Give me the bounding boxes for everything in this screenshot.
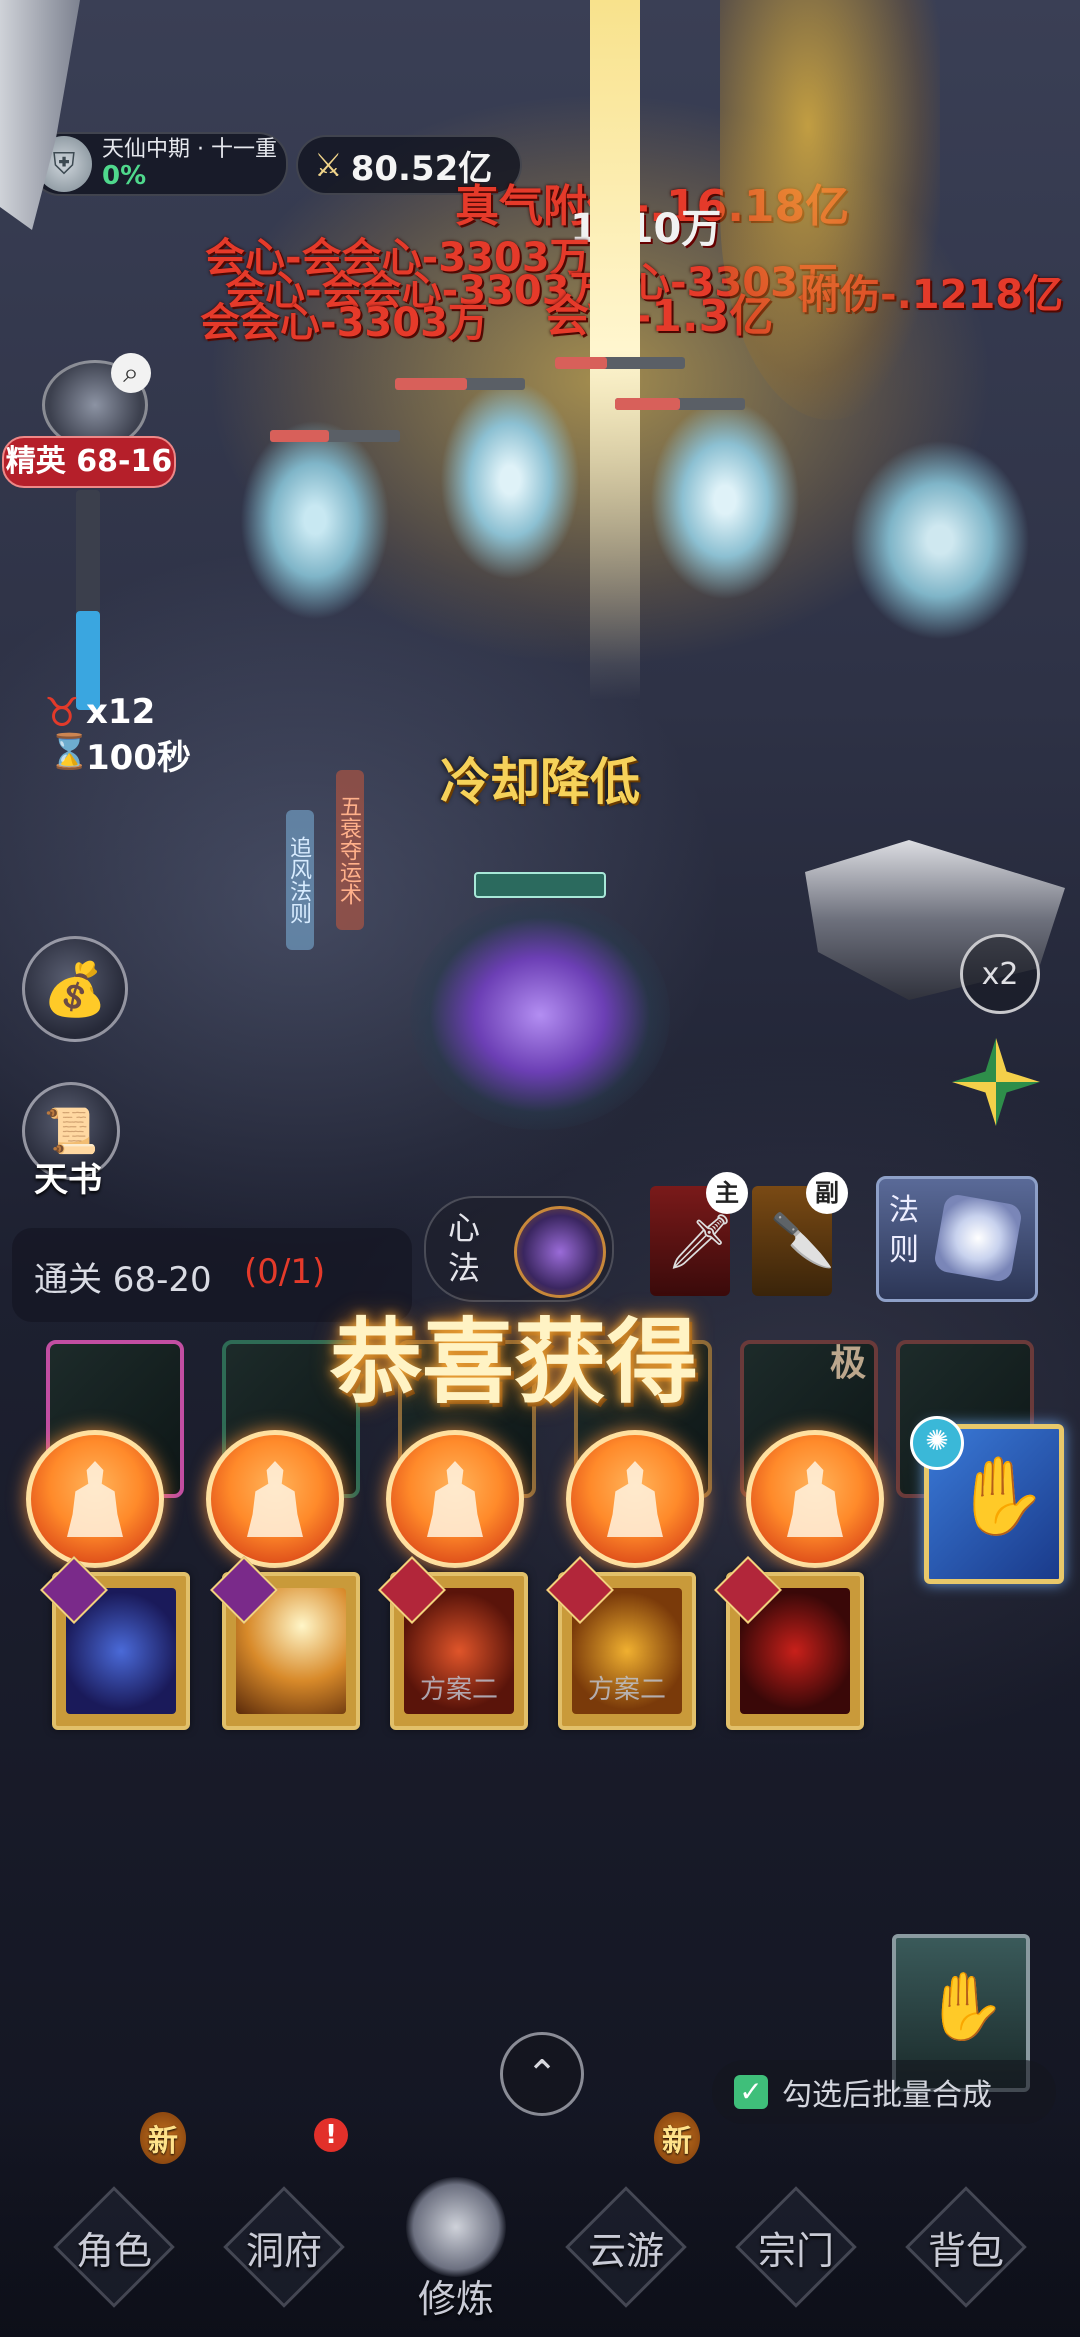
clear-label: 通关 68-20 [34, 1260, 212, 1300]
damage-text: 会会心-3303万 [200, 300, 488, 346]
player-character [410, 900, 670, 1130]
timer-text: 100秒 [86, 738, 191, 778]
nav-role-label: 角色 [75, 2228, 152, 2273]
alert-badge: ! [314, 2118, 348, 2152]
checkbox-icon[interactable]: ✓ [734, 2075, 768, 2109]
plan-label: 方案二 [587, 1675, 666, 1705]
scroll-card[interactable]: 方案二 [378, 1556, 528, 1730]
scroll-card[interactable] [210, 1556, 360, 1730]
nav-cultivate[interactable]: 修炼 [386, 2177, 526, 2321]
sword-beam [590, 0, 640, 700]
sub-weapon-badge: 副 [806, 1172, 848, 1214]
nav-cave-label: 洞府 [245, 2228, 322, 2273]
dagger-icon: 🔪 [770, 1211, 835, 1271]
reward-coin[interactable] [206, 1430, 344, 1568]
hourglass-icon: ⌛ [48, 732, 91, 772]
xinfa-orb-icon [514, 1206, 606, 1298]
expand-up-button[interactable]: ⌃ [500, 2032, 584, 2116]
scroll-card[interactable]: 方案二 [546, 1556, 696, 1730]
reward-coin[interactable] [746, 1430, 884, 1568]
realm-name: 天仙中期 · 十一重 [102, 136, 277, 162]
enemy-angel[interactable] [650, 400, 800, 600]
extreme-badge: 极 [830, 1343, 867, 1384]
elite-stage-label: 精英 68-16 [2, 436, 176, 488]
magnifier-icon: ⌕ [111, 353, 151, 393]
enemy-hp-bar [395, 378, 525, 390]
money-bag-icon: 💰 [42, 959, 108, 1020]
mandala-icon [932, 1192, 1024, 1284]
skill-popup-text: 冷却降低 [440, 753, 640, 811]
enemy-hp-bar [270, 430, 400, 442]
golden-dragon [720, 0, 940, 420]
nav-bag-label: 背包 [927, 2228, 1004, 2273]
buff-tag-left: 追风法则 [286, 810, 314, 950]
heavenly-book-label: 天书 [34, 1160, 102, 1200]
chevron-up-icon: ⌃ [526, 2052, 558, 2096]
nav-travel-label: 云游 [587, 2228, 664, 2273]
clear-progress: (0/1) [244, 1252, 326, 1292]
money-bag-button[interactable]: 💰 [22, 936, 128, 1042]
law-label: 法则 [889, 1193, 919, 1268]
demon-head-icon: ♉ [44, 690, 80, 736]
law-slot[interactable]: 法则 [876, 1176, 1038, 1302]
nav-bag[interactable]: 背包 [896, 2186, 1036, 2308]
cultivate-icon [406, 2177, 506, 2277]
buff-tag-right: 五衰夺运术 [336, 770, 364, 930]
enemy-angel[interactable] [240, 420, 390, 620]
new-badge: 新 [140, 2112, 186, 2164]
reward-coin[interactable] [386, 1430, 524, 1568]
wave-progress-track [76, 490, 100, 710]
enemy-hp-bar [615, 398, 745, 410]
palm-icon: ✋ [953, 1451, 1048, 1540]
reward-coin[interactable] [566, 1430, 704, 1568]
scroll-card[interactable] [714, 1556, 864, 1730]
star-skill-icon[interactable] [952, 1038, 1040, 1126]
enemy-angel[interactable] [440, 380, 580, 580]
xinfa-slot[interactable]: 心法 [424, 1196, 614, 1302]
crossed-swords-icon: ⚔ [314, 146, 343, 184]
enemy-count: x12 [86, 692, 156, 732]
reward-coin[interactable] [26, 1430, 164, 1568]
realm-pill[interactable]: ⛨ 天仙中期 · 十一重 0% [30, 132, 288, 196]
realm-progress: 0% [102, 160, 147, 191]
reward-title: 恭喜获得 [330, 1309, 699, 1416]
palm-icon: ✋ [924, 1968, 1007, 2045]
nav-cultivate-label: 修炼 [417, 2276, 494, 2321]
nav-role[interactable]: 角色 [44, 2186, 184, 2308]
new-badge: 新 [654, 2112, 700, 2164]
speed-toggle-button[interactable]: x2 [960, 934, 1040, 1014]
swirl-badge-icon: ✺ [910, 1416, 964, 1470]
xinfa-label: 心法 [448, 1209, 481, 1287]
speed-label: x2 [981, 956, 1019, 992]
nav-sect[interactable]: 宗门 [726, 2186, 866, 2308]
player-hp-bar [474, 872, 606, 898]
sword-icon: 🗡 [666, 1210, 735, 1273]
scroll-card[interactable] [40, 1556, 190, 1730]
enemy-angel[interactable] [850, 440, 1030, 640]
nav-sect-label: 宗门 [757, 2228, 834, 2273]
enemy-hp-bar [555, 357, 685, 369]
book-icon: 📜 [43, 1106, 99, 1157]
nav-cave[interactable]: 洞府 [214, 2186, 354, 2308]
plan-label: 方案二 [419, 1675, 498, 1705]
nav-travel[interactable]: 云游 [556, 2186, 696, 2308]
main-weapon-badge: 主 [706, 1172, 748, 1214]
